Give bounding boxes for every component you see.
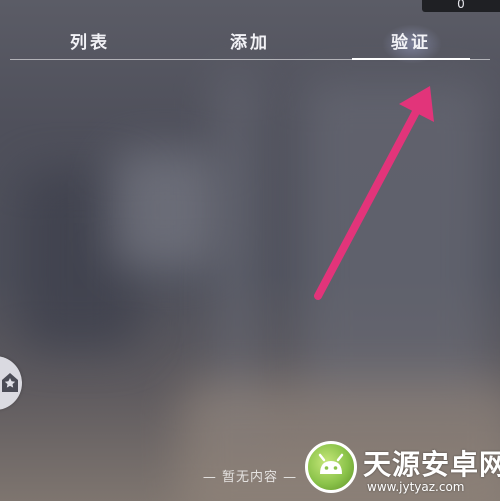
app-screen: 0 列表 添加 验证 — 暂无内容 — 天源安卓网 www.jytyaz.com <box>0 0 500 501</box>
home-badge-icon <box>2 373 18 392</box>
floating-side-button[interactable] <box>0 356 22 410</box>
tab-list[interactable]: 列表 <box>10 28 170 58</box>
tab-bar: 列表 添加 验证 <box>10 24 490 64</box>
empty-state-text: — 暂无内容 — <box>202 470 298 485</box>
blurred-background-shape <box>300 80 490 410</box>
tab-verify[interactable]: 验证 <box>352 28 470 58</box>
blurred-background-shape <box>110 150 220 270</box>
active-tab-indicator <box>352 58 470 60</box>
tab-add[interactable]: 添加 <box>170 28 330 58</box>
corner-counter: 0 <box>422 0 500 12</box>
